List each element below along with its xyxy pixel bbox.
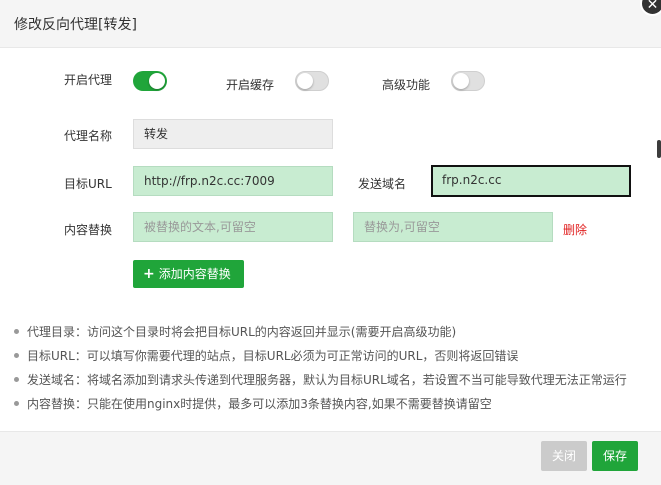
scrollbar-handle[interactable] (657, 140, 661, 158)
note-item: 目标URL：可以填写你需要代理的站点，目标URL必须为可正常访问的URL，否则将… (14, 344, 627, 368)
add-content-replace-label: 添加内容替换 (158, 267, 231, 281)
content-replace-label: 内容替换 (64, 223, 113, 237)
note-text: 内容替换：只能在使用nginx时提供，最多可以添加3条替换内容,如果不需要替换请… (27, 397, 492, 411)
proxy-name-label: 代理名称 (64, 129, 113, 143)
add-content-replace-button[interactable]: + 添加内容替换 (133, 260, 244, 288)
proxy-name-field[interactable]: 转发 (133, 119, 333, 149)
enable-cache-label: 开启缓存 (226, 78, 275, 92)
enable-proxy-label: 开启代理 (64, 73, 113, 87)
target-url-label: 目标URL (64, 177, 112, 191)
replace-with-input[interactable]: 替换为,可留空 (353, 212, 553, 242)
help-notes: 代理目录：访问这个目录时将会把目标URL的内容返回并显示(需要开启高级功能) 目… (14, 320, 627, 416)
bullet-icon (14, 401, 19, 406)
toggle-knob (297, 73, 313, 89)
enable-cache-toggle[interactable] (295, 71, 329, 91)
send-domain-field[interactable]: frp.n2c.cc (431, 165, 631, 197)
bullet-icon (14, 329, 19, 334)
advanced-toggle[interactable] (451, 71, 485, 91)
note-text: 代理目录：访问这个目录时将会把目标URL的内容返回并显示(需要开启高级功能) (27, 325, 457, 339)
advanced-label: 高级功能 (382, 78, 431, 92)
note-text: 目标URL：可以填写你需要代理的站点，目标URL必须为可正常访问的URL，否则将… (27, 349, 519, 363)
note-item: 代理目录：访问这个目录时将会把目标URL的内容返回并显示(需要开启高级功能) (14, 320, 627, 344)
toggle-knob (453, 73, 469, 89)
save-button[interactable]: 保存 (592, 441, 638, 471)
enable-proxy-toggle[interactable] (133, 71, 167, 91)
bullet-icon (14, 353, 19, 358)
reverse-proxy-dialog: 修改反向代理[转发] ✕ 开启代理 开启缓存 高级功能 代理名称 转发 目标UR… (0, 0, 661, 485)
target-url-field[interactable]: http://frp.n2c.cc:7009 (133, 166, 333, 196)
note-text: 发送域名：将域名添加到请求头传递到代理服务器，默认为目标URL域名，若设置不当可… (27, 373, 627, 387)
dialog-title: 修改反向代理[转发] (14, 17, 137, 33)
close-button[interactable]: 关闭 (541, 441, 587, 471)
plus-icon: + (143, 266, 155, 282)
send-domain-label: 发送域名 (358, 177, 407, 191)
replace-find-input[interactable]: 被替换的文本,可留空 (133, 212, 333, 242)
note-item: 内容替换：只能在使用nginx时提供，最多可以添加3条替换内容,如果不需要替换请… (14, 392, 627, 416)
note-item: 发送域名：将域名添加到请求头传递到代理服务器，默认为目标URL域名，若设置不当可… (14, 368, 627, 392)
delete-replace-link[interactable]: 删除 (563, 221, 587, 238)
dialog-footer: 关闭 保存 (0, 431, 661, 485)
toggle-knob (149, 73, 165, 89)
dialog-header: 修改反向代理[转发] (0, 0, 661, 48)
bullet-icon (14, 377, 19, 382)
